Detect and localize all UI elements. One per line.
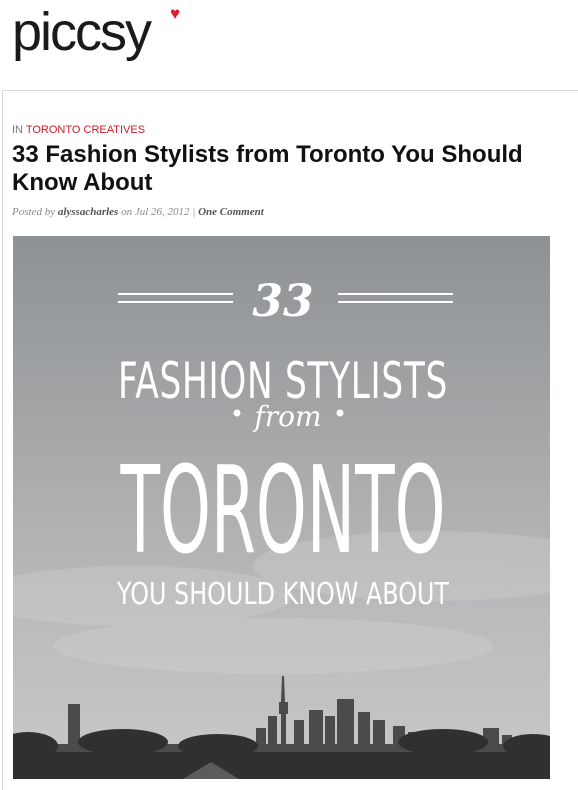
hero-line-you-should: YOU SHOULD KNOW ABOUT xyxy=(116,577,449,612)
post-title[interactable]: 33 Fashion Stylists from Toronto You Sho… xyxy=(12,141,552,197)
hero-number: 33 xyxy=(252,276,313,327)
dot-right-icon xyxy=(336,409,344,417)
post-meta: Posted by alyssacharles on Jul 26, 2012 … xyxy=(12,206,264,218)
hero-image[interactable]: 33 FASHION STYLISTS from TORONTO YOU SHO… xyxy=(13,236,550,779)
comments-link[interactable]: One Comment xyxy=(198,206,264,218)
posted-by-label: Posted by xyxy=(12,206,56,218)
dot-left-icon xyxy=(233,409,241,417)
hero-city: TORONTO xyxy=(120,442,446,581)
category-line: IN TORONTO CREATIVES xyxy=(12,124,145,136)
site-logo[interactable]: piccsy ♥ xyxy=(12,2,180,62)
logo-text: piccsy xyxy=(12,2,152,62)
category-prefix: IN xyxy=(12,124,23,136)
heart-icon: ♥ xyxy=(170,4,181,23)
date-prefix: on xyxy=(121,206,133,218)
category-link[interactable]: TORONTO CREATIVES xyxy=(26,124,145,136)
meta-separator: | xyxy=(192,206,196,218)
post-date: Jul 26, 2012 xyxy=(134,206,190,218)
hero-graphic: 33 FASHION STYLISTS from TORONTO YOU SHO… xyxy=(13,236,550,779)
author-link[interactable]: alyssacharles xyxy=(58,206,119,218)
hero-connector: from xyxy=(252,400,321,433)
